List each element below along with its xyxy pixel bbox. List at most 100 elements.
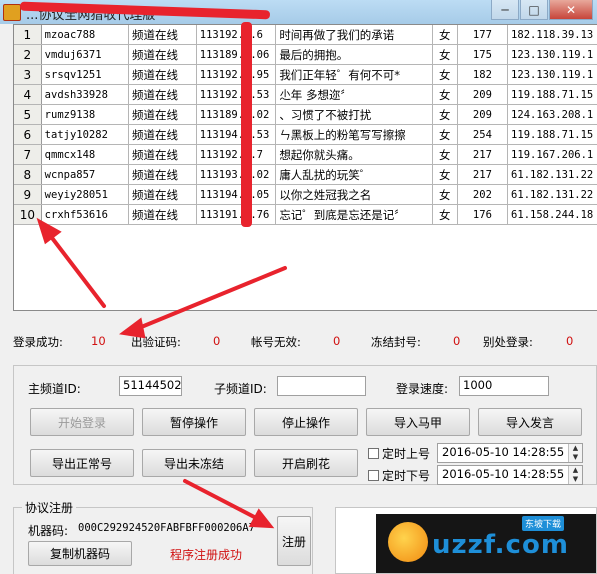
stop-button[interactable]: 停止操作	[254, 408, 358, 436]
level-cell: 209	[457, 104, 509, 125]
status-cell: 频道在线	[128, 164, 197, 185]
user-id-cell: 113192...6	[196, 25, 277, 45]
status-cell: 频道在线	[128, 184, 197, 205]
table-row[interactable]: 9 weyiy28051 频道在线 113194...05 以你之姓冠我之名女 202 61…	[14, 184, 597, 205]
table-row[interactable]: 1 mzoac788 频道在线 113192...6 时间再做了我们的承诺女 177 182…	[14, 25, 597, 45]
user-id-cell: 113193...02	[196, 164, 277, 185]
empty-cell	[196, 264, 276, 285]
timed-on-checkbox[interactable]	[368, 448, 379, 459]
ip-cell: 123.130.119.1	[507, 44, 597, 65]
account-cell: vmduj6371	[41, 44, 130, 65]
empty-cell	[275, 224, 433, 245]
close-icon[interactable]: ✕	[549, 0, 593, 20]
user-id-cell: 113194...05	[196, 184, 277, 205]
ip-cell: 61.182.131.22	[507, 184, 597, 205]
account-cell: crxhf53616	[41, 204, 130, 225]
import-vest-button[interactable]: 导入马甲	[366, 408, 470, 436]
status-cell: 频道在线	[128, 124, 197, 145]
empty-cell	[41, 224, 129, 245]
ip-cell: 61.158.244.18	[507, 204, 597, 225]
frozen-value: 0	[453, 334, 461, 348]
pause-button[interactable]: 暂停操作	[142, 408, 246, 436]
table-row[interactable]: 8 wcnpa857 频道在线 113193...02 庸人乱扰的玩笑゜女 217 61.1…	[14, 164, 597, 185]
captcha-label: 出验证码:	[131, 335, 181, 349]
level-cell: 182	[457, 64, 509, 85]
import-speech-button[interactable]: 导入发言	[478, 408, 582, 436]
empty-cell	[432, 224, 458, 245]
timed-off-spinner[interactable]: ▲ ▼	[568, 466, 582, 484]
ip-cell: 124.163.208.1	[507, 104, 597, 125]
export-normal-button[interactable]: 导出正常号	[30, 449, 134, 477]
account-cell: avdsh33928	[41, 84, 130, 105]
signature-cell: ㄣ黑板上的粉笔写写擦擦	[275, 124, 433, 145]
table-row[interactable]: 6 tatjy10282 频道在线 113194...53 ㄣ黑板上的粉笔写写擦擦女 25…	[14, 124, 597, 145]
export-unfrozen-button[interactable]: 导出未冻结	[142, 449, 246, 477]
row-index: 4	[14, 84, 42, 105]
empty-cell	[432, 244, 458, 265]
row-index: 9	[14, 184, 42, 205]
empty-cell	[507, 264, 597, 285]
level-cell: 209	[457, 84, 509, 105]
empty-cell	[507, 244, 597, 265]
level-cell: 175	[457, 44, 509, 65]
row-index: 10	[14, 204, 42, 225]
timed-off-datetime[interactable]: 2016-05-10 14:28:55 ▲ ▼	[437, 465, 583, 485]
gender-cell: 女	[432, 25, 458, 45]
user-id-cell: 113192...53	[196, 84, 277, 105]
empty-cell	[457, 224, 508, 245]
machine-code-value: 000C292924520FABFBFF000206A7	[78, 522, 256, 534]
sub-channel-input[interactable]	[277, 376, 366, 396]
account-table: 1 mzoac788 频道在线 113192...6 时间再做了我们的承诺女 177 182…	[14, 25, 597, 285]
login-speed-input[interactable]: 1000	[459, 376, 549, 396]
empty-cell	[507, 224, 597, 245]
table-row[interactable]: 10 crxhf53616 频道在线 113191...76 忘记゜到底是忘还是记〞女 1…	[14, 204, 597, 225]
user-id-cell: 113192...95	[196, 64, 277, 85]
empty-cell	[196, 224, 276, 245]
gender-cell: 女	[432, 164, 458, 185]
timed-off-checkbox[interactable]	[368, 470, 379, 481]
empty-cell	[457, 244, 508, 265]
user-id-cell: 113191...76	[196, 204, 277, 225]
account-cell: tatjy10282	[41, 124, 130, 145]
empty-cell	[14, 264, 42, 285]
login-stats: 登录成功: 10 出验证码: 0 帐号无效: 0 冻结封号: 0 别处登录: 0	[13, 334, 597, 352]
level-cell: 254	[457, 124, 509, 145]
main-channel-input[interactable]: 51144502	[119, 376, 182, 396]
table-row[interactable]: 5 rumz9138 频道在线 113189...02 、习惯了不被打扰女 209 124.…	[14, 104, 597, 125]
captcha-value: 0	[213, 334, 221, 348]
table-row[interactable]: 4 avdsh33928 频道在线 113192...53 尐年 多想迩〞女 209 119…	[14, 84, 597, 105]
sub-channel-label: 子频道ID:	[214, 382, 267, 396]
minimize-icon[interactable]: ─	[491, 0, 519, 20]
login-ok-value: 10	[91, 334, 106, 348]
user-id-cell: 113189...06	[196, 44, 277, 65]
start-login-button[interactable]: 开始登录	[30, 408, 134, 436]
empty-cell	[128, 244, 197, 265]
table-row[interactable]: 7 qmmcx148 频道在线 113192...7 想起你就头痛。女 217 119.16…	[14, 144, 597, 165]
table-row[interactable]: 2 vmduj6371 频道在线 113189...06 最后的拥抱。女 175 123.1…	[14, 44, 597, 65]
ip-cell: 119.188.71.15	[507, 124, 597, 145]
empty-cell	[128, 224, 197, 245]
row-index: 2	[14, 44, 42, 65]
registration-title: 协议注册	[22, 499, 77, 516]
signature-cell: 庸人乱扰的玩笑゜	[275, 164, 433, 185]
table-row[interactable]: 3 srsqv1251 频道在线 113192...95 我们正年轻゜有何不可* 女 182…	[14, 64, 597, 85]
signature-cell: 以你之姓冠我之名	[275, 184, 433, 205]
account-cell: weyiy28051	[41, 184, 130, 205]
empty-row	[14, 264, 597, 285]
gender-cell: 女	[432, 184, 458, 205]
copy-machine-code-button[interactable]: 复制机器码	[28, 541, 132, 566]
register-button[interactable]: 注册	[277, 516, 311, 566]
watermark-area: uzzf.com 东坡下载	[335, 507, 597, 574]
account-grid[interactable]: 1 mzoac788 频道在线 113192...6 时间再做了我们的承诺女 177 182…	[13, 24, 597, 311]
account-cell: srsqv1251	[41, 64, 130, 85]
timed-on-datetime[interactable]: 2016-05-10 14:28:55 ▲ ▼	[437, 443, 583, 463]
machine-code-label: 机器码:	[28, 524, 69, 538]
empty-cell	[14, 224, 42, 245]
maximize-icon[interactable]: □	[520, 0, 548, 20]
flood-button[interactable]: 开启刷花	[254, 449, 358, 477]
account-cell: wcnpa857	[41, 164, 130, 185]
timed-on-spinner[interactable]: ▲ ▼	[568, 444, 582, 462]
level-cell: 177	[457, 25, 509, 45]
login-speed-label: 登录速度:	[396, 382, 449, 396]
gender-cell: 女	[432, 204, 458, 225]
